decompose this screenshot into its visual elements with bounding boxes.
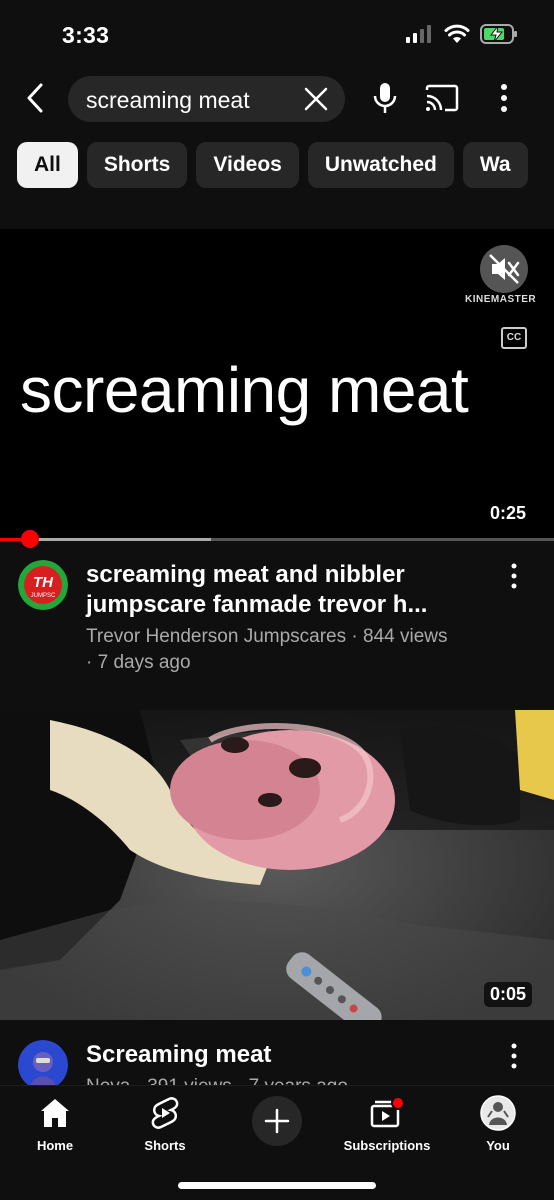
status-icons [406, 24, 518, 44]
nav-subscriptions[interactable]: Subscriptions [332, 1094, 442, 1153]
chip-all[interactable]: All [17, 142, 78, 188]
battery-icon [480, 24, 517, 44]
search-header: screaming meat [0, 72, 554, 124]
duration-badge-2: 0:05 [484, 982, 533, 1007]
video-meta-2[interactable]: Screaming meat Nova · 391 views · 7 year… [0, 1038, 554, 1085]
nav-you[interactable]: You [443, 1094, 553, 1153]
video-age: · 7 days ago [86, 652, 191, 673]
close-icon [304, 87, 328, 111]
video-menu-button-2[interactable] [504, 1042, 524, 1070]
cast-button[interactable] [425, 84, 459, 112]
thumbnail-image [0, 710, 554, 1020]
status-time: 3:33 [62, 22, 110, 48]
video-progress-bar[interactable] [0, 530, 554, 548]
chip-unwatched[interactable]: Unwatched [307, 142, 454, 188]
nav-shorts[interactable]: Shorts [110, 1094, 220, 1153]
avatar-image [18, 1040, 68, 1085]
th-logo-icon: TH JUMPSC [18, 560, 68, 610]
video-overlay-text: screaming meat [20, 354, 469, 426]
chip-watched[interactable]: Wa [462, 142, 528, 188]
video-channel-views[interactable]: Trevor Henderson Jumpscares · 844 views [86, 624, 506, 650]
channel-avatar-2[interactable] [18, 1040, 68, 1085]
video-thumbnail[interactable]: 0:05 [0, 710, 554, 1020]
more-vert-icon [501, 84, 507, 112]
video-title[interactable]: screaming meat and nibbler jumpscare fan… [86, 560, 486, 620]
create-button[interactable] [252, 1096, 302, 1146]
shorts-icon [151, 1097, 179, 1129]
mute-button[interactable] [480, 245, 528, 293]
chip-videos[interactable]: Videos [196, 142, 299, 188]
profile-avatar [480, 1095, 516, 1131]
video-meta[interactable]: TH JUMPSC screaming meat and nibbler jum… [0, 558, 554, 688]
back-button[interactable] [18, 80, 52, 116]
chip-shorts[interactable]: Shorts [86, 142, 188, 188]
bottom-navigation: Home Shorts Subscriptions You [0, 1085, 554, 1200]
more-options-button[interactable] [492, 82, 516, 114]
video-menu-button[interactable] [504, 562, 524, 590]
filter-chips: All Shorts Videos Unwatched Wa [17, 142, 554, 188]
more-vert-icon [511, 563, 517, 589]
duration-badge: 0:25 [484, 501, 533, 526]
avatar-subtext: JUMPSC [31, 593, 56, 599]
nav-home-label: Home [36, 1138, 74, 1153]
nav-shorts-label: Shorts [144, 1138, 186, 1153]
video-title-2[interactable]: Screaming meat [86, 1040, 486, 1070]
signal-icon [406, 25, 431, 43]
search-query: screaming meat [86, 87, 250, 113]
nav-subscriptions-label: Subscriptions [343, 1138, 431, 1153]
kinemaster-watermark: KINEMASTER [465, 294, 537, 305]
avatar-initials: TH [33, 574, 54, 591]
wifi-icon [444, 24, 470, 43]
chevron-left-icon [27, 83, 43, 113]
video-player[interactable]: screaming meat KINEMASTER CC 0:25 [0, 229, 554, 539]
subscriptions-icon [370, 1096, 405, 1128]
more-vert-icon [511, 1043, 517, 1069]
mic-icon [373, 83, 397, 113]
home-icon [41, 1099, 69, 1127]
progress-scrubber[interactable] [21, 530, 40, 548]
captions-button[interactable]: CC [501, 327, 527, 349]
channel-avatar[interactable]: TH JUMPSC [18, 560, 68, 610]
plus-icon [264, 1108, 290, 1134]
volume-mute-icon [489, 254, 520, 284]
search-input[interactable]: screaming meat [68, 76, 345, 122]
status-bar: 3:33 [0, 0, 554, 66]
video-sub-2[interactable]: Nova · 391 views · 7 years ago [86, 1074, 506, 1085]
voice-search-button[interactable] [370, 82, 400, 114]
clear-search-button[interactable] [303, 86, 329, 112]
nav-you-label: You [486, 1138, 510, 1153]
nav-home[interactable]: Home [0, 1094, 110, 1153]
home-indicator [178, 1182, 376, 1189]
cast-icon [425, 84, 459, 112]
